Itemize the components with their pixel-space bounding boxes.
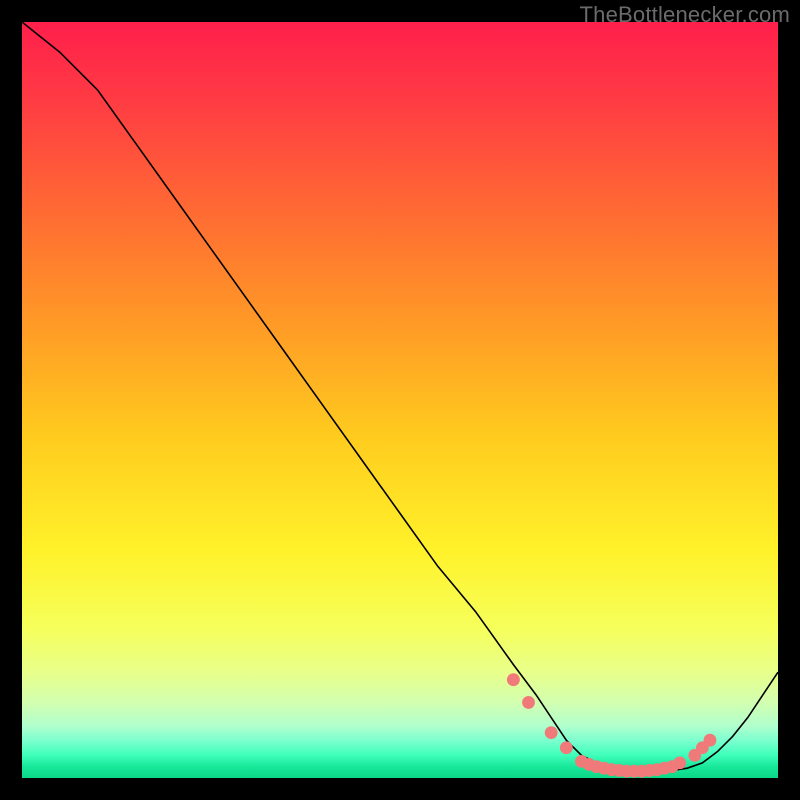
bottleneck-chart: [22, 22, 778, 778]
marker-dot: [507, 673, 520, 686]
marker-dot: [673, 756, 686, 769]
marker-dot: [522, 696, 535, 709]
marker-dot: [545, 726, 558, 739]
chart-background: [22, 22, 778, 778]
marker-dot: [560, 741, 573, 754]
chart-stage: TheBottlenecker.com: [0, 0, 800, 800]
marker-dot: [704, 734, 717, 747]
